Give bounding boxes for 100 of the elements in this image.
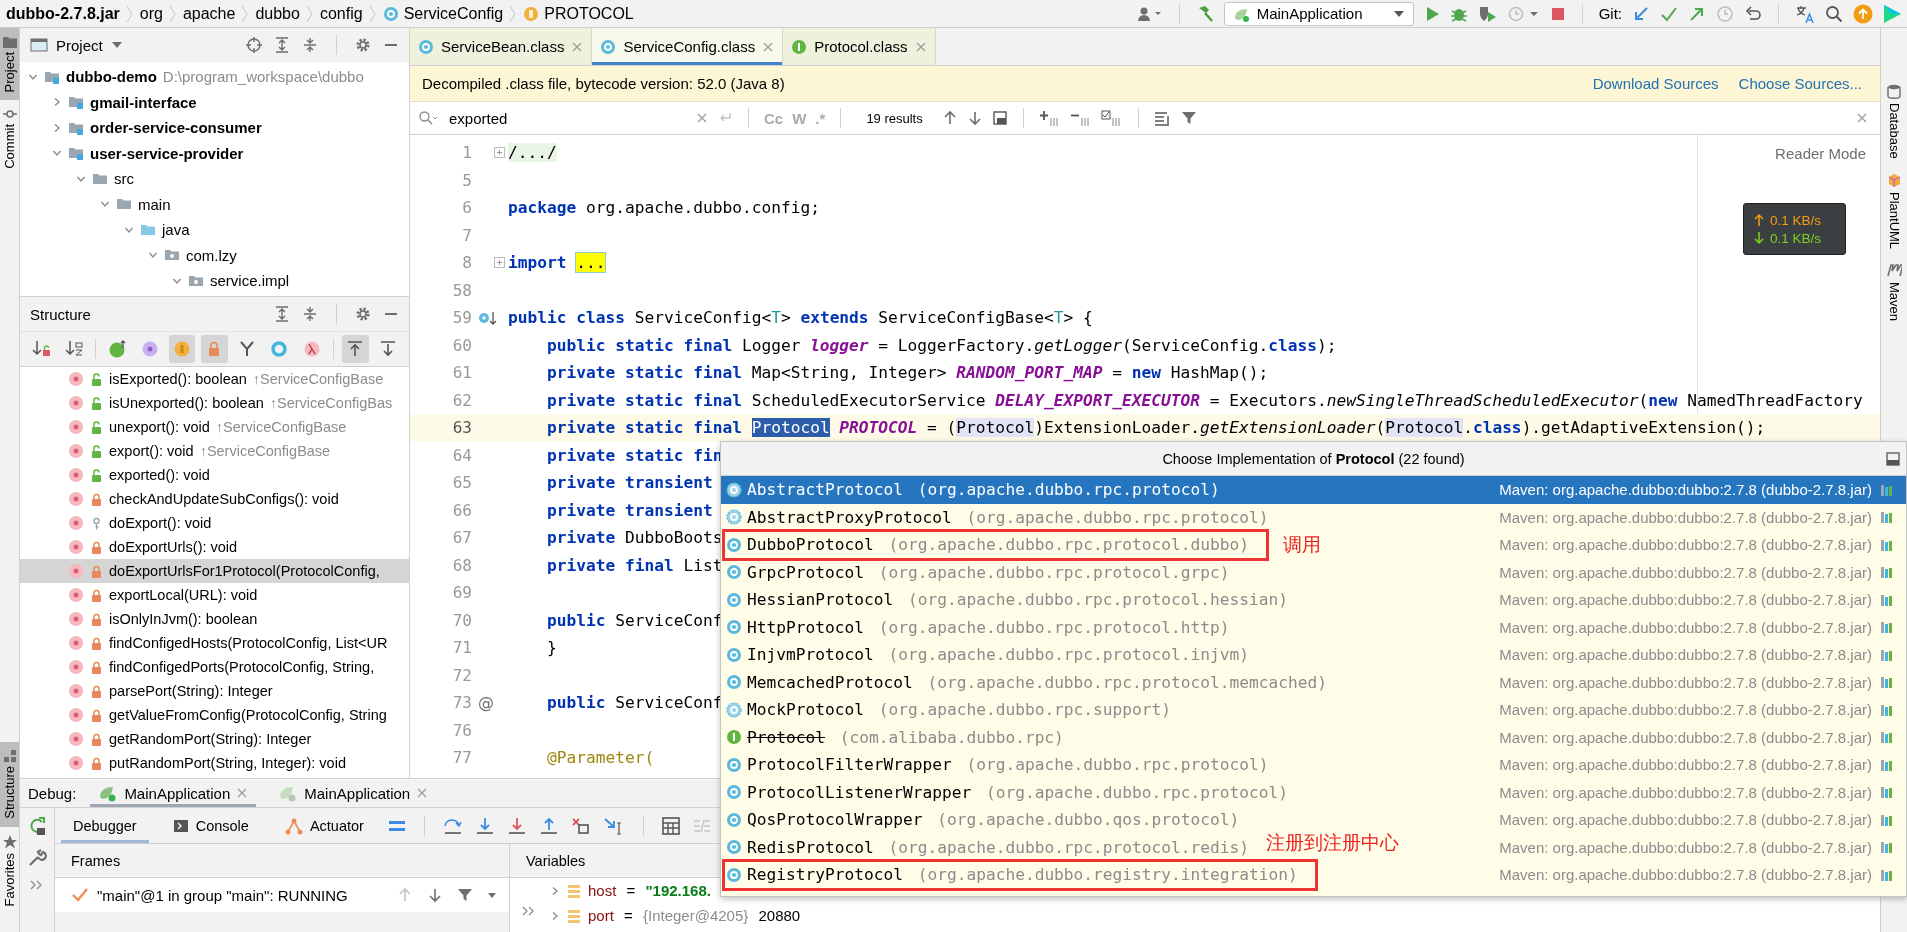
step-into-icon[interactable] <box>474 816 495 835</box>
implementation-item[interactable]: MemcachedProtocol (org.apache.dubbo.rpc.protocol.memcached) Maven: org.apache.dubbo:dubbo:2.7.8 (dubbo-2.7.8.jar) <box>721 668 1906 696</box>
drop-frame-icon[interactable] <box>570 816 591 835</box>
expand-all-icon[interactable] <box>274 306 290 322</box>
tree-item[interactable]: dubbo-demo D:\program_workspace\dubbo <box>20 64 409 90</box>
clock-run-icon[interactable] <box>1507 4 1540 23</box>
tree-item[interactable]: com.lzy <box>20 242 409 268</box>
structure-item[interactable]: export(): void ↑ServiceConfigBase <box>20 439 409 463</box>
implementation-item[interactable]: GrpcProtocol (org.apache.dubbo.rpc.protocol.grpc) Maven: org.apache.dubbo:dubbo:2.7.8 (dubbo-2.7.8.jar) <box>721 558 1906 586</box>
tree-item[interactable]: java <box>20 217 409 243</box>
editor-tab[interactable]: Protocol.class <box>783 28 936 65</box>
collapse-all-icon[interactable] <box>302 306 318 322</box>
structure-item[interactable]: doExportUrls(): void <box>20 535 409 559</box>
rerun-icon[interactable] <box>27 816 47 836</box>
fold-icon[interactable] <box>494 257 505 269</box>
filter-icon[interactable] <box>457 887 473 903</box>
more-icon[interactable] <box>30 880 44 890</box>
update-badge-icon[interactable] <box>1853 3 1873 24</box>
link[interactable]: Choose Sources... <box>1738 75 1862 92</box>
tool-window-tab[interactable]: Project <box>0 28 19 101</box>
tool-window-tab[interactable]: PlantUML <box>1886 172 1902 249</box>
tree-item[interactable]: src <box>20 166 409 192</box>
breadcrumb[interactable]: PROTOCOL <box>523 4 634 23</box>
settings-icon[interactable] <box>355 306 371 322</box>
structure-item[interactable]: doExportUrlsFor1Protocol(ProtocolConfig, <box>20 559 409 583</box>
breadcrumb[interactable]: config <box>319 4 363 23</box>
tool-window-tab[interactable]: Commit <box>0 100 19 178</box>
close-icon[interactable] <box>914 40 927 53</box>
structure-item[interactable]: unexport(): void ↑ServiceConfigBase <box>20 415 409 439</box>
next-occurrence-icon[interactable] <box>966 110 983 126</box>
breadcrumb[interactable]: org <box>139 4 163 23</box>
tree-item[interactable]: service.impl <box>20 268 409 294</box>
lines-icon[interactable] <box>1153 110 1172 126</box>
structure-item[interactable]: getValueFromConfig(ProtocolConfig, String <box>20 703 409 727</box>
debug-tab[interactable]: Debugger <box>61 808 149 843</box>
implementation-item[interactable]: ProtocolFilterWrapper (org.apache.dubbo.rpc.protocol) Maven: org.apache.dubbo:dubbo:2.7.8 (dubbo-2.7.8.jar) <box>721 751 1906 779</box>
search-icon[interactable] <box>1825 4 1843 23</box>
close-icon[interactable] <box>416 787 429 799</box>
expand-all-icon[interactable] <box>274 37 290 53</box>
stop-icon[interactable] <box>1549 5 1566 22</box>
implementation-item[interactable]: AbstractProtocol (org.apache.dubbo.rpc.protocol) Maven: org.apache.dubbo:dubbo:2.7.8 (dubbo-2.7.8.jar) <box>721 476 1906 504</box>
variable-item[interactable]: host = "192.168. <box>544 878 711 903</box>
implementation-item[interactable]: AbstractProxyProtocol (org.apache.dubbo.rpc.protocol) Maven: org.apache.dubbo:dubbo:2.7.8 (dubbo-2.7.8.jar) <box>721 503 1906 531</box>
structure-item[interactable]: checkAndUpdateSubConfigs(): void <box>20 487 409 511</box>
implementation-item[interactable]: MockProtocol (org.apache.dubbo.rpc.support) Maven: org.apache.dubbo:dubbo:2.7.8 (dubbo-2.7.8.jar) <box>721 696 1906 724</box>
breadcrumb[interactable]: apache <box>182 4 236 23</box>
structure-item[interactable]: parsePort(String): Integer <box>20 679 409 703</box>
run-configuration-dropdown[interactable]: MainApplication <box>1223 1 1414 26</box>
breadcrumb[interactable]: dubbo-2.7.8.jar <box>6 4 120 23</box>
structure-item[interactable]: getRandomPort(String): Integer <box>20 727 409 751</box>
select-all-icon[interactable] <box>991 110 1008 126</box>
implementation-item[interactable]: InjvmProtocol (org.apache.dubbo.rpc.protocol.injvm) Maven: org.apache.dubbo:dubbo:2.7.8 (dubbo-2.7.8.jar) <box>721 641 1906 669</box>
implementation-item[interactable]: Protocol (com.alibaba.dubbo.rpc) Maven: org.apache.dubbo:dubbo:2.7.8 (dubbo-2.7.8.jar) <box>721 723 1906 751</box>
implementation-item[interactable]: HessianProtocol (org.apache.dubbo.rpc.protocol.hessian) Maven: org.apache.dubbo:dubbo:2.7.8 (dubbo-2.7.8.jar) <box>721 586 1906 614</box>
close-icon[interactable] <box>236 787 249 799</box>
arrow-up-bar-toggle[interactable] <box>342 335 369 363</box>
structure-item[interactable]: isExported(): boolean ↑ServiceConfigBase <box>20 367 409 391</box>
debug-tab[interactable]: Console <box>160 808 261 843</box>
shield-run-icon[interactable] <box>1477 4 1498 23</box>
tree-item[interactable]: user-service-provider <box>20 140 409 166</box>
step-out-icon[interactable] <box>538 816 559 835</box>
lock-toggle[interactable] <box>201 335 228 363</box>
down-arrow-icon[interactable] <box>427 887 443 903</box>
user-icon[interactable] <box>1136 5 1163 22</box>
wrench-icon[interactable] <box>27 848 47 868</box>
structure-item[interactable]: exported(): void <box>20 463 409 487</box>
update-arrow-icon[interactable] <box>1632 4 1650 23</box>
implementation-item[interactable]: HttpProtocol (org.apache.dubbo.rpc.protocol.http) Maven: org.apache.dubbo:dubbo:2.7.8 (dubbo-2.7.8.jar) <box>721 613 1906 641</box>
implementation-item[interactable]: ProtocolListenerWrapper (org.apache.dubbo.rpc.protocol) Maven: org.apache.dubbo:dubbo:2.7.8 (dubbo-2.7.8.jar) <box>721 778 1906 806</box>
filter-icon[interactable] <box>1180 110 1197 126</box>
force-step-into-icon[interactable] <box>506 816 527 835</box>
tree-item[interactable]: main <box>20 191 409 217</box>
calculator-icon[interactable] <box>661 816 680 835</box>
structure-item[interactable]: isOnlyInJvm(): boolean <box>20 607 409 631</box>
structure-item[interactable]: putRandomPort(String, Integer): void <box>20 751 409 775</box>
settings-icon[interactable] <box>355 37 371 53</box>
tool-window-tab[interactable]: Structure <box>0 741 19 827</box>
breadcrumb[interactable]: ServiceConfig <box>382 4 504 23</box>
undo-icon[interactable] <box>1744 4 1762 23</box>
clear-icon[interactable] <box>696 112 708 124</box>
debug-session-tab[interactable]: MainApplication <box>270 779 437 807</box>
structure-item[interactable]: doExport(): void <box>20 511 409 535</box>
locate-icon[interactable] <box>246 37 262 53</box>
tool-window-tab[interactable]: Favorites <box>0 826 19 914</box>
breadcrumb[interactable]: dubbo <box>255 4 300 23</box>
more-icon[interactable] <box>522 906 536 916</box>
variable-item[interactable]: port = {Integer@4205} 20880 <box>544 903 801 928</box>
translate-icon[interactable] <box>1795 3 1815 24</box>
add-occurrence-icon[interactable] <box>1038 110 1061 126</box>
close-icon[interactable] <box>571 40 584 53</box>
project-view-dropdown[interactable]: Project <box>30 36 123 54</box>
reader-mode-toggle[interactable]: Reader Mode <box>1775 145 1866 162</box>
step-over-icon[interactable] <box>442 816 463 835</box>
collapse-all-icon[interactable] <box>302 37 318 53</box>
close-icon[interactable] <box>762 40 775 53</box>
fold-icon[interactable] <box>494 147 505 159</box>
search-field[interactable]: exported <box>447 108 687 128</box>
field-toggle[interactable] <box>168 335 196 363</box>
tree-item[interactable]: gmail-interface <box>20 89 409 115</box>
select-occurrences-icon[interactable] <box>1100 110 1123 126</box>
